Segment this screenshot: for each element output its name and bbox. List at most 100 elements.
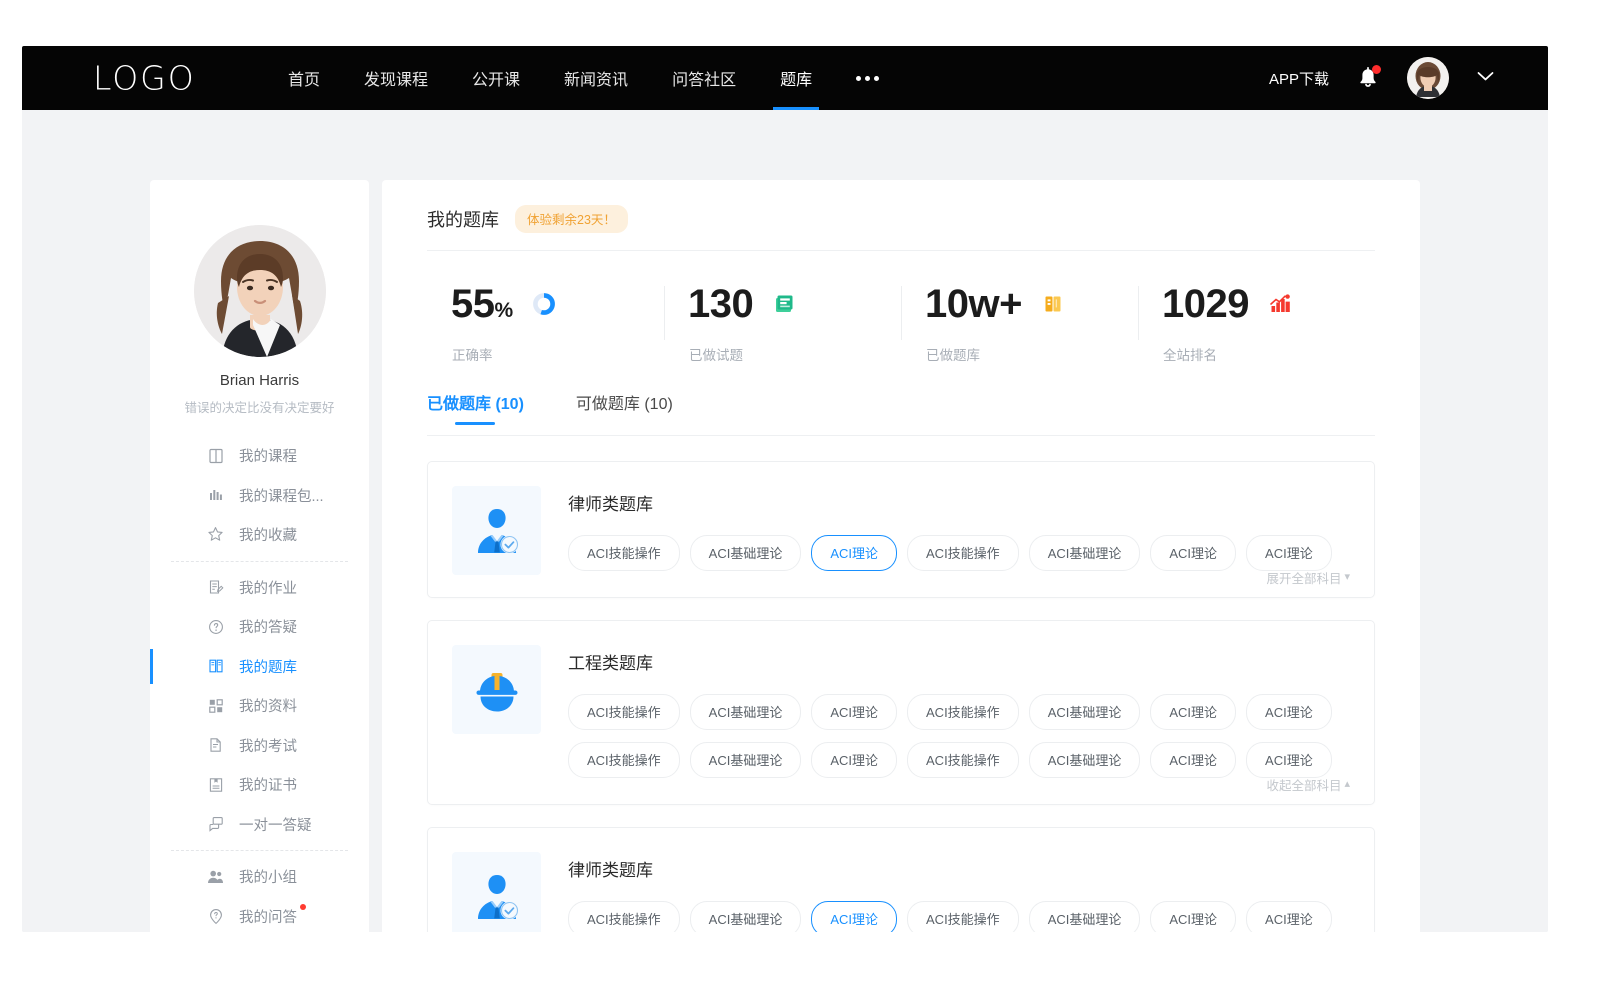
subject-tag[interactable]: ACI技能操作 — [568, 535, 680, 571]
avatar[interactable] — [1407, 57, 1449, 99]
nav-item-qa-community[interactable]: 问答社区 — [650, 46, 758, 110]
sidebar-item-my-homework[interactable]: 我的作业 — [150, 568, 369, 608]
stat-site-rank: 1029 — [1138, 276, 1375, 378]
sidebar-item-my-questions[interactable]: 我的问答 — [150, 897, 369, 933]
sidebar-item-label: 一对一答疑 — [239, 814, 312, 835]
subject-tag[interactable]: ACI技能操作 — [907, 535, 1019, 571]
subject-tag-selected[interactable]: ACI理论 — [811, 535, 897, 571]
stat-value: 55% — [451, 284, 513, 324]
subject-tag[interactable]: ACI基础理论 — [1029, 742, 1141, 778]
main-nav: 首页 发现课程 公开课 新闻资讯 问答社区 题库 — [266, 46, 901, 110]
bank-card[interactable]: 律师类题库 ACI技能操作 ACI基础理论 ACI理论 ACI技能操作 ACI基… — [427, 827, 1375, 932]
chat-icon — [207, 816, 224, 833]
sidebar-item-my-courses[interactable]: 我的课程 — [150, 436, 369, 476]
expand-subjects-link[interactable]: 展开全部科目 ▾ — [1266, 568, 1350, 587]
stats-row: 55% 正确率 130 — [427, 276, 1375, 378]
homework-icon — [207, 579, 224, 596]
stat-value: 1029 — [1162, 284, 1249, 324]
bars-icon — [207, 487, 224, 504]
subject-tag[interactable]: ACI理论 — [1150, 694, 1236, 730]
header-divider — [427, 250, 1375, 251]
subject-tag[interactable]: ACI基础理论 — [1029, 694, 1141, 730]
navbar-right: APP下载 — [1269, 46, 1494, 110]
nav-item-discover-courses[interactable]: 发现课程 — [342, 46, 450, 110]
subject-tag[interactable]: ACI理论 — [1150, 742, 1236, 778]
sidebar-item-one-on-one-qna[interactable]: 一对一答疑 — [150, 805, 369, 845]
tab-done-banks[interactable]: 已做题库 (10) — [427, 390, 524, 425]
stat-banks-done: 10w+ 已做题库 — [901, 276, 1138, 378]
sidebar-item-my-exams[interactable]: 我的考试 — [150, 726, 369, 766]
sidebar-item-my-group[interactable]: 我的小组 — [150, 857, 369, 897]
bank-card[interactable]: 工程类题库 ACI技能操作 ACI基础理论 ACI理论 ACI技能操作 ACI基… — [427, 620, 1375, 805]
book-icon — [207, 447, 224, 464]
question-circle-icon — [207, 618, 224, 635]
expand-link-label: 展开全部科目 — [1266, 568, 1341, 587]
progress-ring-icon — [531, 291, 557, 317]
bank-body: 律师类题库 ACI技能操作 ACI基础理论 ACI理论 ACI技能操作 ACI基… — [568, 852, 1350, 932]
subject-tag[interactable]: ACI理论 — [811, 742, 897, 778]
subject-tag[interactable]: ACI理论 — [1246, 535, 1332, 571]
nav-item-home[interactable]: 首页 — [266, 46, 342, 110]
bell-icon[interactable] — [1357, 66, 1379, 90]
subject-tag[interactable]: ACI理论 — [1150, 535, 1236, 571]
lawyer-avatar-icon — [452, 852, 541, 932]
bank-card[interactable]: 律师类题库 ACI技能操作 ACI基础理论 ACI理论 ACI技能操作 ACI基… — [427, 461, 1375, 598]
subject-tag[interactable]: ACI技能操作 — [907, 694, 1019, 730]
chevron-down-icon: ▾ — [1344, 572, 1350, 583]
subject-tag[interactable]: ACI技能操作 — [568, 694, 680, 730]
star-icon — [207, 526, 224, 543]
tab-available-banks[interactable]: 可做题库 (10) — [576, 390, 673, 425]
sidebar-item-label: 我的课程包... — [239, 485, 324, 506]
sidebar-item-my-materials[interactable]: 我的资料 — [150, 686, 369, 726]
stat-value: 130 — [688, 284, 753, 324]
sidebar-item-label: 我的课程 — [239, 445, 297, 466]
sidebar-item-my-course-packages[interactable]: 我的课程包... — [150, 476, 369, 516]
subject-tag[interactable]: ACI理论 — [1150, 901, 1236, 932]
subject-tag-row: ACI技能操作 ACI基础理论 ACI理论 ACI技能操作 ACI基础理论 AC… — [568, 694, 1350, 730]
site-logo[interactable]: LOGO — [93, 59, 196, 98]
certificate-icon — [207, 776, 224, 793]
page-title: 我的题库 — [427, 206, 499, 232]
subject-tag[interactable]: ACI技能操作 — [907, 901, 1019, 932]
lawyer-avatar-icon — [452, 486, 541, 575]
sidebar-item-label: 我的作业 — [239, 577, 297, 598]
subject-tag[interactable]: ACI基础理论 — [690, 535, 802, 571]
nav-item-question-bank[interactable]: 题库 — [758, 46, 834, 110]
subject-tag[interactable]: ACI技能操作 — [568, 742, 680, 778]
nav-item-open-class[interactable]: 公开课 — [450, 46, 542, 110]
sidebar-item-my-qna[interactable]: 我的答疑 — [150, 607, 369, 647]
stat-label: 已做试题 — [664, 344, 901, 364]
trial-badge: 体验剩余23天！ — [515, 205, 628, 233]
sidebar-item-text: 我的问答 — [239, 910, 297, 926]
subject-tag[interactable]: ACI基础理论 — [690, 742, 802, 778]
stat-accuracy: 55% 正确率 — [427, 276, 664, 378]
app-download-link[interactable]: APP下载 — [1269, 68, 1329, 89]
subject-tag-selected[interactable]: ACI理论 — [811, 901, 897, 932]
subject-tag[interactable]: ACI技能操作 — [568, 901, 680, 932]
sidebar-item-my-certificates[interactable]: 我的证书 — [150, 765, 369, 805]
sidebar-item-label: 我的问答 — [239, 906, 297, 927]
sidebar-item-label: 我的考试 — [239, 735, 297, 756]
subject-tag[interactable]: ACI基础理论 — [1029, 901, 1141, 932]
subject-tag[interactable]: ACI理论 — [1246, 742, 1332, 778]
subject-tag[interactable]: ACI理论 — [1246, 901, 1332, 932]
subject-tag[interactable]: ACI基础理论 — [1029, 535, 1141, 571]
bank-body: 工程类题库 ACI技能操作 ACI基础理论 ACI理论 ACI技能操作 ACI基… — [568, 645, 1350, 790]
chevron-down-icon[interactable] — [1477, 69, 1494, 87]
main-content-card: 我的题库 体验剩余23天！ 55% — [382, 180, 1420, 932]
sidebar-item-my-favorites[interactable]: 我的收藏 — [150, 515, 369, 555]
subject-tag[interactable]: ACI技能操作 — [907, 742, 1019, 778]
exam-icon — [207, 737, 224, 754]
ellipsis-icon[interactable] — [834, 46, 901, 110]
subject-tag[interactable]: ACI基础理论 — [690, 901, 802, 932]
bank-body: 律师类题库 ACI技能操作 ACI基础理论 ACI理论 ACI技能操作 ACI基… — [568, 486, 1350, 583]
subject-tag[interactable]: ACI理论 — [1246, 694, 1332, 730]
collapse-subjects-link[interactable]: 收起全部科目 ▴ — [1266, 775, 1350, 794]
subject-tag[interactable]: ACI基础理论 — [690, 694, 802, 730]
stat-label: 正确率 — [427, 344, 664, 364]
app-root: LOGO 首页 发现课程 公开课 新闻资讯 问答社区 题库 APP下载 — [0, 0, 1600, 990]
nav-item-news[interactable]: 新闻资讯 — [542, 46, 650, 110]
stat-label: 已做题库 — [901, 344, 1138, 364]
subject-tag[interactable]: ACI理论 — [811, 694, 897, 730]
sidebar-item-my-question-bank[interactable]: 我的题库 — [150, 647, 369, 687]
